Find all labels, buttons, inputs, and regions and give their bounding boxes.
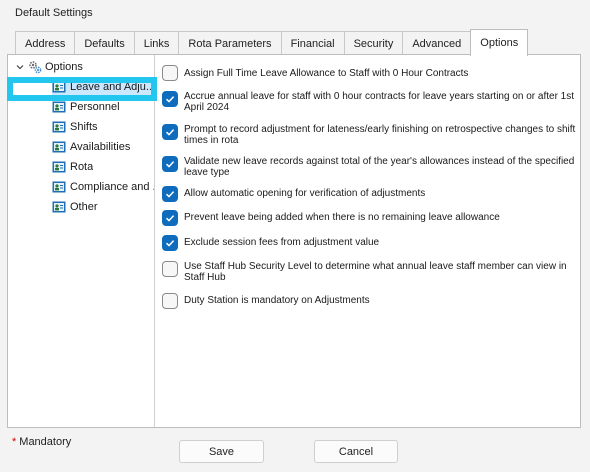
option-allow-automatic-opening[interactable]: Allow automatic opening for verification… <box>162 186 576 202</box>
cancel-button[interactable]: Cancel <box>314 440 398 463</box>
option-duty-station-mandatory[interactable]: Duty Station is mandatory on Adjustments <box>162 293 576 309</box>
user-card-icon <box>52 140 66 154</box>
options-panel: Options Leave and Adju... Personnel Shif… <box>7 54 581 428</box>
tree-item-label: Rota <box>70 161 94 173</box>
option-accrue-annual-leave[interactable]: Accrue annual leave for staff with 0 hou… <box>162 91 576 113</box>
tab-rota-parameters[interactable]: Rota Parameters <box>178 31 282 55</box>
option-label: Assign Full Time Leave Allowance to Staf… <box>184 68 469 79</box>
checkmark-icon <box>165 215 175 222</box>
tree-item-availabilities[interactable]: Availabilities <box>52 137 154 157</box>
option-label: Use Staff Hub Security Level to determin… <box>184 261 567 283</box>
checkbox[interactable] <box>162 65 178 81</box>
checkbox-checked[interactable] <box>162 91 178 107</box>
option-label: Duty Station is mandatory on Adjustments <box>184 295 370 306</box>
chevron-down-icon[interactable] <box>15 62 25 72</box>
checkbox-checked[interactable] <box>162 235 178 251</box>
mandatory-label: Mandatory <box>19 436 72 448</box>
option-label: Allow automatic opening for verification… <box>184 188 426 199</box>
tab-defaults[interactable]: Defaults <box>74 31 135 55</box>
option-staff-hub-security[interactable]: Use Staff Hub Security Level to determin… <box>162 261 576 283</box>
checkbox-checked[interactable] <box>162 156 178 172</box>
option-label: Prevent leave being added when there is … <box>184 212 500 223</box>
tree-item-label: Availabilities <box>70 141 131 153</box>
mandatory-note: * Mandatory <box>12 436 71 448</box>
checkbox-checked[interactable] <box>162 210 178 226</box>
option-exclude-session-fees[interactable]: Exclude session fees from adjustment val… <box>162 235 576 251</box>
user-card-icon <box>52 200 66 214</box>
option-label: Exclude session fees from adjustment val… <box>184 237 380 248</box>
checkbox[interactable] <box>162 293 178 309</box>
options-tree: Options Leave and Adju... Personnel Shif… <box>7 55 157 427</box>
tree-item-label: Other <box>70 201 98 213</box>
checkmark-icon <box>165 240 175 247</box>
user-card-icon <box>52 120 66 134</box>
user-card-icon <box>52 80 66 94</box>
tree-item-other[interactable]: Other <box>52 197 154 217</box>
tree-item-shifts[interactable]: Shifts <box>52 117 154 137</box>
option-label: Validate new leave records against total… <box>184 156 575 178</box>
tab-financial[interactable]: Financial <box>280 31 345 55</box>
settings-gears-icon <box>28 60 42 74</box>
user-card-icon <box>52 100 66 114</box>
checkmark-icon <box>165 129 175 136</box>
tree-item-label: Personnel <box>70 101 120 113</box>
option-assign-full-time-leave[interactable]: Assign Full Time Leave Allowance to Staf… <box>162 65 576 81</box>
checkbox-checked[interactable] <box>162 186 178 202</box>
user-card-icon <box>52 160 66 174</box>
checkbox-checked[interactable] <box>162 124 178 140</box>
window-title: Default Settings <box>15 7 93 19</box>
checkmark-icon <box>165 96 175 103</box>
option-validate-leave-records[interactable]: Validate new leave records against total… <box>162 156 576 178</box>
tab-address[interactable]: Address <box>15 31 76 55</box>
option-prevent-leave-added[interactable]: Prevent leave being added when there is … <box>162 210 576 226</box>
checkmark-icon <box>165 161 175 168</box>
tab-bar: Address Defaults Links Rota Parameters F… <box>15 29 529 56</box>
tree-item-personnel[interactable]: Personnel <box>52 97 154 117</box>
tab-options[interactable]: Options <box>470 29 529 56</box>
option-label: Accrue annual leave for staff with 0 hou… <box>184 91 575 113</box>
checkbox[interactable] <box>162 261 178 277</box>
option-label: Prompt to record adjustment for lateness… <box>184 124 576 146</box>
user-card-icon <box>52 180 66 194</box>
tree-item-rota[interactable]: Rota <box>52 157 154 177</box>
tree-root-label: Options <box>45 61 83 73</box>
tab-advanced[interactable]: Advanced <box>402 31 472 55</box>
tab-security[interactable]: Security <box>343 31 404 55</box>
tab-links[interactable]: Links <box>133 31 180 55</box>
tree-item-compliance[interactable]: Compliance and ... <box>52 177 154 197</box>
checkmark-icon <box>165 191 175 198</box>
save-button[interactable]: Save <box>179 440 264 463</box>
tree-item-label: Leave and Adju... <box>70 81 154 93</box>
tree-item-leave-and-adjustments[interactable]: Leave and Adju... <box>52 77 154 97</box>
option-prompt-record-adjustment[interactable]: Prompt to record adjustment for lateness… <box>162 124 576 146</box>
tree-item-label: Compliance and ... <box>70 181 154 193</box>
tree-item-label: Shifts <box>70 121 98 133</box>
tree-root-options[interactable]: Options <box>15 59 83 75</box>
mandatory-marker: * <box>12 436 17 448</box>
